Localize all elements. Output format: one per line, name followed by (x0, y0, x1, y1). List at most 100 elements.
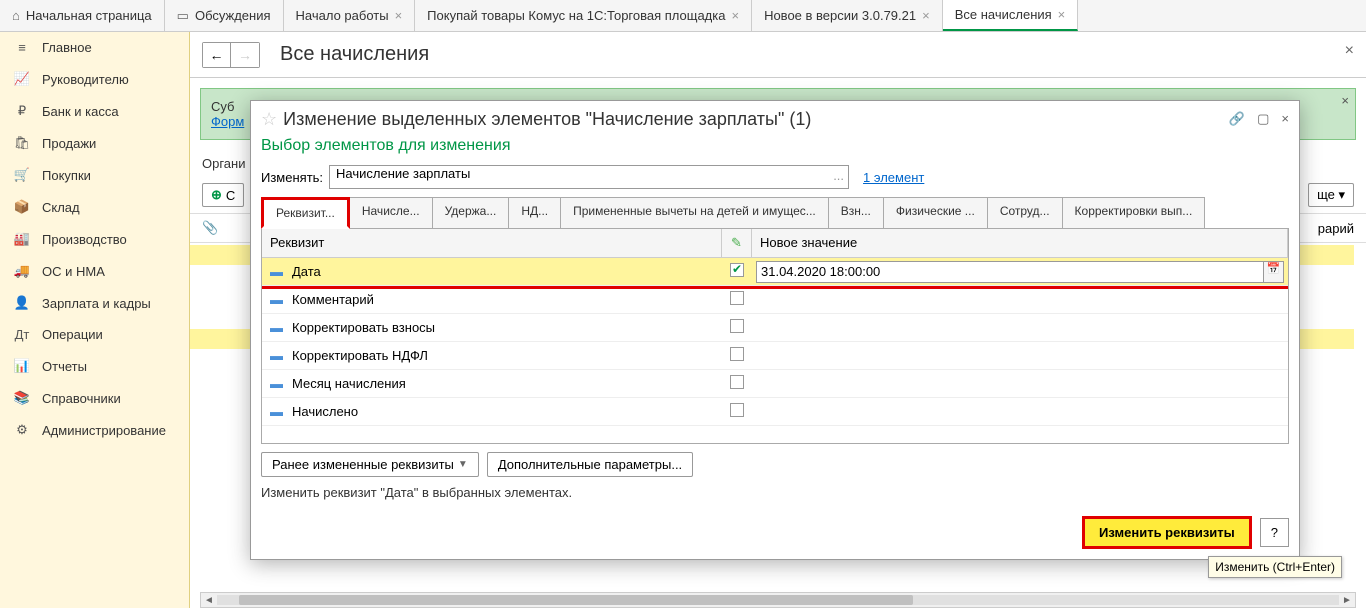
sidebar-item-label: Администрирование (42, 423, 166, 438)
sidebar-item-label: Справочники (42, 391, 121, 406)
more-button[interactable]: ще ▾ (1308, 183, 1354, 207)
close-icon[interactable]: × (1058, 7, 1066, 22)
count-link[interactable]: 1 элемент (863, 170, 924, 185)
checkbox[interactable] (730, 403, 744, 417)
collapse-icon: ▬ (270, 320, 284, 335)
checkbox[interactable] (730, 347, 744, 361)
nav-forward-button[interactable]: → (231, 43, 259, 67)
checkbox[interactable] (730, 375, 744, 389)
sidebar-item-bank[interactable]: ₽Банк и касса (0, 95, 189, 127)
scroll-thumb[interactable] (239, 595, 912, 605)
tab-label: Начальная страница (26, 8, 152, 23)
discuss-icon: ▭ (177, 8, 189, 24)
sidebar-item-stock[interactable]: 📦Склад (0, 191, 189, 223)
page-header: ← → Все начисления × (190, 32, 1366, 78)
nav-buttons: ← → (202, 42, 260, 68)
close-icon[interactable]: × (731, 8, 739, 23)
close-page-button[interactable]: × (1345, 42, 1354, 60)
prev-changed-button[interactable]: Ранее измененные реквизиты▼ (261, 452, 479, 477)
help-button[interactable]: ? (1260, 518, 1289, 547)
change-type-input[interactable]: Начисление зарплаты ... (329, 165, 849, 189)
btn-label: Ранее измененные реквизиты (272, 457, 454, 472)
horizontal-scrollbar[interactable]: ◄ ► (200, 592, 1356, 608)
sidebar-item-os[interactable]: 🚚ОС и НМА (0, 255, 189, 287)
scroll-right-icon[interactable]: ► (1339, 595, 1355, 606)
tab-accruals[interactable]: Начисле... (349, 197, 433, 228)
grid-header: Реквизит ✎ Новое значение (262, 229, 1288, 258)
grid-row-corr-contrib[interactable]: ▬Корректировать взносы (262, 314, 1288, 342)
grid-body[interactable]: ▬Дата 📅 ▬Комментарий ▬Корректировать взн… (262, 258, 1288, 443)
tab-discuss[interactable]: ▭Обсуждения (165, 0, 284, 31)
sidebar-item-oper[interactable]: ДтОперации (0, 319, 189, 350)
sidebar-item-main[interactable]: ≡Главное (0, 32, 189, 63)
sidebar-item-manager[interactable]: 📈Руководителю (0, 63, 189, 95)
dialog-header: ☆ Изменение выделенных элементов "Начисл… (251, 101, 1299, 137)
close-icon[interactable]: × (922, 8, 930, 23)
cell-label: Комментарий (292, 292, 374, 307)
cart-icon: 🛒 (12, 167, 32, 183)
tab-corrections[interactable]: Корректировки вып... (1062, 197, 1206, 228)
additional-params-button[interactable]: Дополнительные параметры... (487, 452, 693, 477)
sidebar-item-label: Производство (42, 232, 127, 247)
change-label: Изменять: (261, 170, 323, 185)
attach-icon[interactable]: 📎 (202, 220, 218, 236)
books-icon: 📚 (12, 390, 32, 406)
checkbox[interactable] (730, 319, 744, 333)
grid-row-corr-ndfl[interactable]: ▬Корректировать НДФЛ (262, 342, 1288, 370)
grid-row-month[interactable]: ▬Месяц начисления (262, 370, 1288, 398)
collapse-icon: ▬ (270, 348, 284, 363)
col-requisite: Реквизит (262, 229, 722, 257)
tab-home[interactable]: ⌂Начальная страница (0, 0, 165, 31)
sidebar-item-prod[interactable]: 🏭Производство (0, 223, 189, 255)
tab-deductions-applied[interactable]: Примененные вычеты на детей и имущес... (560, 197, 829, 228)
tab-persons[interactable]: Физические ... (883, 197, 988, 228)
sidebar-item-salary[interactable]: 👤Зарплата и кадры (0, 287, 189, 319)
grid-row-date[interactable]: ▬Дата 📅 (262, 258, 1288, 286)
tab-label: Начало работы (296, 8, 389, 23)
sidebar-item-refs[interactable]: 📚 Справочники (0, 382, 189, 414)
tab-label: Все начисления (955, 7, 1052, 22)
dialog-subtitle: Выбор элементов для изменения (251, 137, 1299, 161)
change-value: Начисление зарплаты (336, 166, 470, 181)
calendar-icon[interactable]: 📅 (1264, 261, 1284, 283)
sidebar-item-label: ОС и НМА (42, 264, 105, 279)
change-requisites-button[interactable]: Изменить реквизиты (1082, 516, 1252, 549)
info-close-button[interactable]: × (1341, 93, 1349, 108)
tab-contrib[interactable]: Взн... (828, 197, 884, 228)
sidebar-item-reports[interactable]: 📊Отчеты (0, 350, 189, 382)
change-row: Изменять: Начисление зарплаты ... 1 элем… (251, 161, 1299, 193)
tab-3[interactable]: Новое в версии 3.0.79.21× (752, 0, 943, 31)
star-icon[interactable]: ☆ (261, 109, 277, 130)
nav-back-button[interactable]: ← (203, 43, 231, 67)
scroll-track[interactable] (217, 595, 1339, 605)
sidebar-item-label: Отчеты (42, 359, 87, 374)
sidebar-item-purch[interactable]: 🛒Покупки (0, 159, 189, 191)
tab-requisite[interactable]: Реквизит... (261, 197, 350, 229)
grid-row-accrued[interactable]: ▬Начислено (262, 398, 1288, 426)
grid-row-comment[interactable]: ▬Комментарий (262, 286, 1288, 314)
rouble-icon: ₽ (12, 103, 32, 119)
tab-employees[interactable]: Сотруд... (987, 197, 1063, 228)
sidebar-item-admin[interactable]: ⚙Администрирование (0, 414, 189, 446)
tab-deductions[interactable]: Удержа... (432, 197, 510, 228)
dialog-controls: 🔗 ▢ × (1229, 111, 1289, 127)
close-icon[interactable]: × (1281, 111, 1289, 127)
tab-2[interactable]: Покупай товары Комус на 1С:Торговая площ… (415, 0, 752, 31)
person-icon: 👤 (12, 295, 32, 311)
sidebar-item-sales[interactable]: 🛍Продажи (0, 127, 189, 159)
date-input[interactable] (756, 261, 1264, 283)
close-icon[interactable]: × (395, 8, 403, 23)
checkbox[interactable] (730, 263, 744, 277)
ellipsis-icon[interactable]: ... (833, 168, 844, 183)
grid: Реквизит ✎ Новое значение ▬Дата 📅 ▬Комме… (261, 229, 1289, 444)
link-icon[interactable]: 🔗 (1229, 111, 1245, 127)
create-button[interactable]: ⊕С (202, 183, 244, 207)
tab-active[interactable]: Все начисления × (943, 0, 1079, 31)
dt-icon: Дт (12, 327, 32, 342)
scroll-left-icon[interactable]: ◄ (201, 595, 217, 606)
maximize-icon[interactable]: ▢ (1257, 111, 1269, 127)
tab-1[interactable]: Начало работы × (284, 0, 416, 31)
checkbox[interactable] (730, 291, 744, 305)
tab-ndfl[interactable]: НД... (508, 197, 561, 228)
dialog-actions: Изменить реквизиты ? (251, 506, 1299, 559)
